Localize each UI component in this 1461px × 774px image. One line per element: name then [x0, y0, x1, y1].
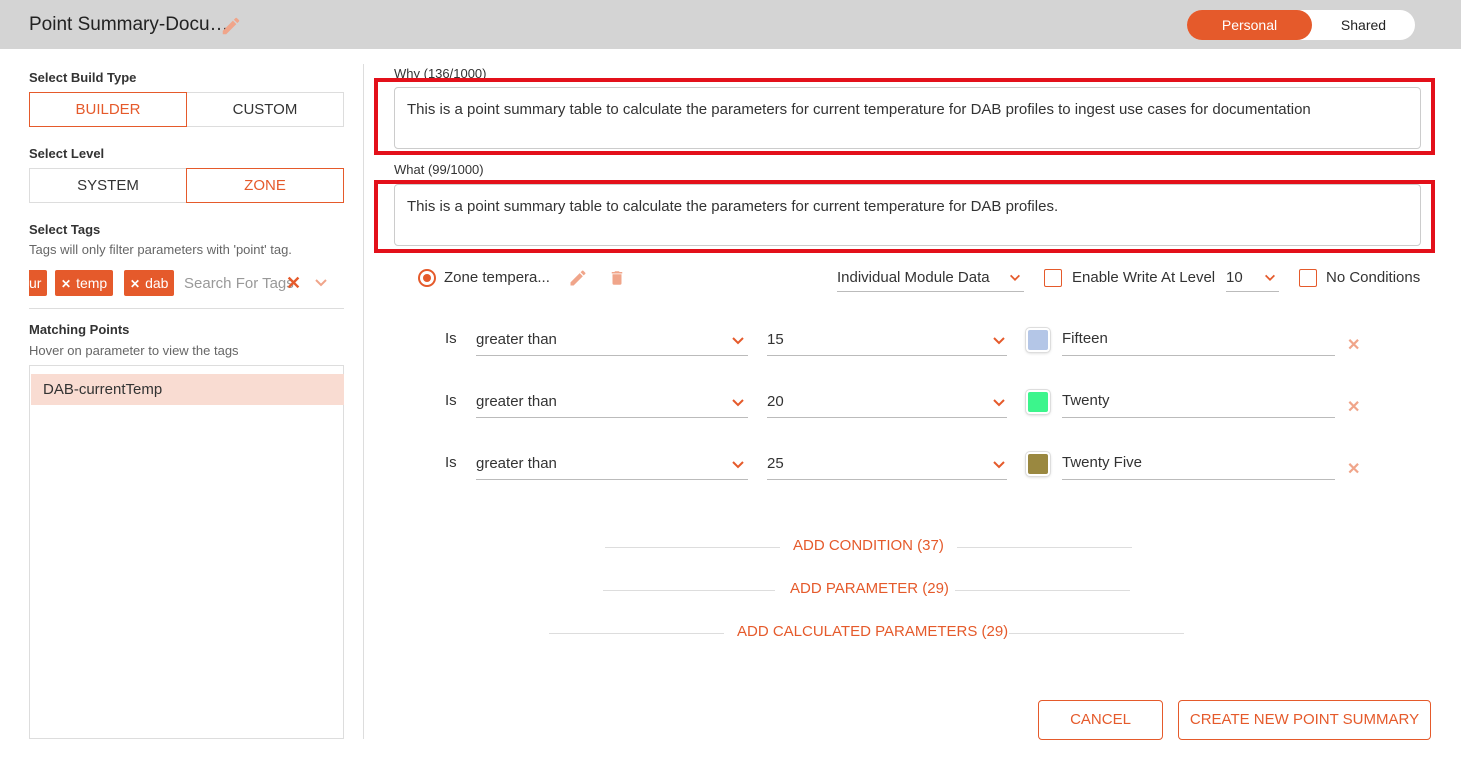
shared-toggle-option[interactable]: Shared — [1312, 10, 1415, 40]
chevron-down-icon — [732, 337, 744, 345]
no-conditions-label: No Conditions — [1326, 269, 1421, 286]
add-condition-button[interactable]: ADD CONDITION (37) — [793, 537, 944, 554]
value-select[interactable]: 15 — [767, 331, 1007, 356]
divider — [549, 633, 724, 634]
enable-write-label: Enable Write At Level — [1072, 269, 1216, 286]
header-bar: Point Summary-Docu… Personal Shared — [0, 0, 1461, 49]
parameter-radio[interactable] — [418, 269, 436, 287]
create-point-summary-button[interactable]: CREATE NEW POINT SUMMARY — [1178, 700, 1431, 740]
color-swatch[interactable] — [1026, 390, 1050, 414]
color-swatch[interactable] — [1026, 328, 1050, 352]
chevron-down-icon[interactable] — [313, 275, 329, 291]
operator-value: greater than — [476, 455, 557, 472]
chevron-down-icon — [1010, 274, 1020, 281]
no-conditions-checkbox[interactable] — [1299, 269, 1317, 287]
parameter-row: Zone tempera... Individual Module Data E… — [418, 266, 1428, 292]
close-icon[interactable]: ✕ — [1347, 459, 1360, 479]
tag-search-input[interactable]: Search For Tags — [184, 275, 294, 292]
operator-value: greater than — [476, 393, 557, 410]
condition-name-input[interactable]: Fifteen — [1062, 330, 1335, 356]
remove-tag-icon[interactable]: ✕ — [130, 277, 140, 291]
tag-chip-label: dab — [145, 275, 169, 291]
condition-is-label: Is — [445, 392, 457, 409]
chevron-down-icon — [1265, 274, 1275, 281]
close-icon[interactable]: ✕ — [1347, 397, 1360, 417]
close-icon[interactable]: ✕ — [1347, 335, 1360, 355]
add-parameter-row: ADD PARAMETER (29) — [603, 580, 1130, 600]
add-condition-row: ADD CONDITION (37) — [605, 537, 1132, 557]
level-selector: SYSTEM ZONE — [29, 168, 344, 203]
condition-is-label: Is — [445, 330, 457, 347]
matching-points-label: Matching Points — [29, 322, 130, 337]
zone-button[interactable]: ZONE — [186, 168, 344, 203]
add-parameter-button[interactable]: ADD PARAMETER (29) — [790, 580, 949, 597]
system-button[interactable]: SYSTEM — [29, 168, 187, 203]
tags-input[interactable]: ur ✕ temp ✕ dab Search For Tags ✕ — [29, 269, 344, 299]
list-item[interactable]: DAB-currentTemp — [31, 374, 344, 405]
value-select[interactable]: 25 — [767, 455, 1007, 480]
data-mode-value: Individual Module Data — [837, 269, 990, 286]
condition-value: 20 — [767, 393, 784, 410]
tag-chip[interactable]: ✕ temp — [55, 270, 114, 296]
pencil-icon[interactable] — [568, 268, 588, 288]
remove-tag-icon[interactable]: ✕ — [61, 277, 71, 291]
build-type-label: Select Build Type — [29, 70, 137, 85]
tag-chip[interactable]: ✕ dab — [124, 270, 175, 296]
chevron-down-icon — [993, 461, 1005, 469]
chevron-down-icon — [993, 337, 1005, 345]
condition-row: Is greater than 20 Twenty ✕ — [445, 389, 1365, 419]
panel-divider — [363, 64, 364, 739]
tags-hint: Tags will only filter parameters with 'p… — [29, 242, 292, 257]
operator-select[interactable]: greater than — [476, 455, 748, 480]
condition-row: Is greater than 25 Twenty Five ✕ — [445, 451, 1365, 481]
builder-button[interactable]: BUILDER — [29, 92, 187, 127]
tag-chip[interactable]: ur — [29, 270, 48, 296]
what-label: What (99/1000) — [394, 162, 484, 177]
level-label: Select Level — [29, 146, 105, 161]
condition-value: 25 — [767, 455, 784, 472]
cancel-button[interactable]: CANCEL — [1038, 700, 1163, 740]
divider — [957, 547, 1132, 548]
chevron-down-icon — [732, 461, 744, 469]
tag-chip-label: ur — [29, 275, 42, 291]
condition-name-input[interactable]: Twenty Five — [1062, 454, 1335, 480]
what-textarea[interactable]: This is a point summary table to calcula… — [394, 184, 1421, 246]
condition-is-label: Is — [445, 454, 457, 471]
divider — [955, 590, 1130, 591]
visibility-toggle: Personal Shared — [1187, 10, 1415, 40]
write-level-value: 10 — [1226, 269, 1243, 286]
trash-icon[interactable] — [608, 268, 626, 288]
divider — [29, 308, 344, 309]
divider — [605, 547, 780, 548]
matching-points-list: DAB-currentTemp — [29, 365, 344, 739]
custom-button[interactable]: CUSTOM — [186, 92, 344, 127]
condition-name-input[interactable]: Twenty — [1062, 392, 1335, 418]
tag-chip-label: temp — [76, 275, 108, 291]
color-swatch[interactable] — [1026, 452, 1050, 476]
add-calculated-button[interactable]: ADD CALCULATED PARAMETERS (29) — [737, 623, 1008, 640]
matching-points-hint: Hover on parameter to view the tags — [29, 343, 239, 358]
build-type-selector: BUILDER CUSTOM — [29, 92, 344, 127]
condition-value: 15 — [767, 331, 784, 348]
clear-tags-icon[interactable]: ✕ — [286, 273, 301, 294]
parameter-name[interactable]: Zone tempera... — [444, 269, 550, 286]
operator-value: greater than — [476, 331, 557, 348]
pencil-icon[interactable] — [220, 15, 242, 37]
add-calculated-row: ADD CALCULATED PARAMETERS (29) — [549, 623, 1184, 643]
operator-select[interactable]: greater than — [476, 331, 748, 356]
divider — [603, 590, 775, 591]
value-select[interactable]: 20 — [767, 393, 1007, 418]
operator-select[interactable]: greater than — [476, 393, 748, 418]
tags-label: Select Tags — [29, 222, 101, 237]
write-level-select[interactable]: 10 — [1226, 266, 1279, 292]
data-mode-select[interactable]: Individual Module Data — [837, 266, 1024, 292]
enable-write-checkbox[interactable] — [1044, 269, 1062, 287]
why-textarea[interactable]: This is a point summary table to calcula… — [394, 87, 1421, 149]
chevron-down-icon — [732, 399, 744, 407]
page-title: Point Summary-Docu… — [29, 14, 229, 35]
personal-toggle-option[interactable]: Personal — [1187, 10, 1312, 40]
divider — [1009, 633, 1184, 634]
chevron-down-icon — [993, 399, 1005, 407]
condition-row: Is greater than 15 Fifteen ✕ — [445, 327, 1365, 357]
